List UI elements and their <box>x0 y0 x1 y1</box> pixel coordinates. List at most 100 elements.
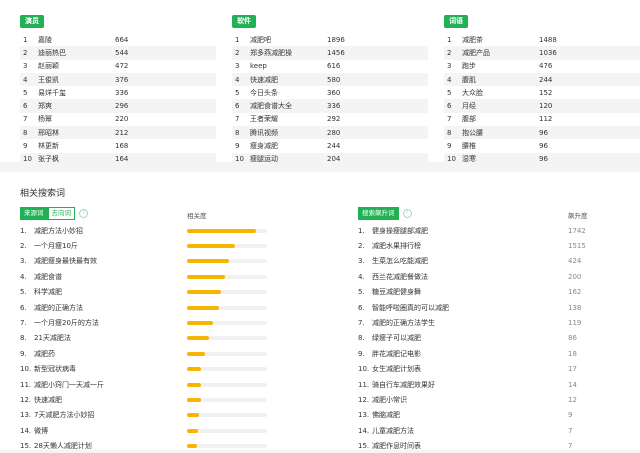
rising-word[interactable]: 佛脑减肥 <box>372 410 568 420</box>
ranking-word[interactable]: 今日头条 <box>250 88 327 98</box>
ranking-word[interactable]: 林更新 <box>38 141 115 151</box>
rising-word-row[interactable]: 4. 西兰花减肥餐做法 200 <box>358 270 598 283</box>
ranking-word[interactable]: 腾讯视频 <box>250 128 327 138</box>
related-word[interactable]: 新型冠状病毒 <box>34 364 76 374</box>
related-word[interactable]: 减肥食谱 <box>34 272 62 282</box>
rising-word[interactable]: 胖花减肥记电影 <box>372 349 568 359</box>
related-word[interactable]: 减肥的正确方法 <box>34 303 83 313</box>
ranking-word[interactable]: 月经 <box>462 101 539 111</box>
ranking-word[interactable]: 快速减肥 <box>250 75 327 85</box>
related-word-row[interactable]: 13. 7天减肥方法小妙招 <box>20 409 94 422</box>
rising-word-row[interactable]: 7. 减肥的正确方法学生 119 <box>358 316 598 329</box>
help-icon[interactable]: ? <box>79 209 88 218</box>
related-word-row[interactable]: 15. 28天懒人减肥计划 <box>20 440 92 453</box>
ranking-word[interactable]: 王俊凯 <box>38 75 115 85</box>
ranking-row: 4 快速减肥 580 <box>232 72 428 87</box>
ranking-word[interactable]: 瘦腿运动 <box>250 154 327 164</box>
rising-word-row[interactable]: 5. 糖豆减肥健身舞 162 <box>358 286 598 299</box>
related-word-row[interactable]: 8. 21天减肥法 <box>20 332 71 345</box>
rank-number: 11. <box>20 380 32 389</box>
rising-word-row[interactable]: 9. 胖花减肥记电影 18 <box>358 347 598 360</box>
relevance-bar-fill <box>187 243 235 248</box>
rank-number: 1 <box>235 35 240 44</box>
ranking-word[interactable]: 减肥食谱大全 <box>250 101 327 111</box>
ranking-word[interactable]: 王者荣耀 <box>250 114 327 124</box>
ranking-word[interactable]: 减肥吧 <box>250 35 327 45</box>
related-word[interactable]: 一个月瘦20斤的方法 <box>34 318 99 328</box>
related-word-row[interactable]: 3. 减肥瘦身最快最有效 <box>20 255 97 268</box>
ranking-word[interactable]: 郑多燕减肥操 <box>250 48 327 58</box>
related-word-row[interactable]: 1. 减肥方法小妙招 <box>20 224 83 237</box>
related-word[interactable]: 一个月瘦10斤 <box>34 241 78 251</box>
ranking-word[interactable]: 减肥茶 <box>462 35 539 45</box>
rising-word-row[interactable]: 3. 生菜怎么吃能减肥 424 <box>358 255 598 268</box>
rising-word-row[interactable]: 10. 女生减肥计划表 17 <box>358 363 598 376</box>
rising-word-row[interactable]: 11. 骑自行车减肥效果好 14 <box>358 378 598 391</box>
related-word[interactable]: 减肥小窍门一天减一斤 <box>34 380 104 390</box>
related-word[interactable]: 减肥方法小妙招 <box>34 226 83 236</box>
rank-number: 3 <box>235 62 240 71</box>
ranking-word[interactable]: 邢昭林 <box>38 128 115 138</box>
ranking-word[interactable]: 减肥产品 <box>462 48 539 58</box>
rising-word[interactable]: 生菜怎么吃能减肥 <box>372 256 568 266</box>
ranking-word[interactable]: 腹部 <box>462 114 539 124</box>
related-word-row[interactable]: 2. 一个月瘦10斤 <box>20 239 78 252</box>
rising-word[interactable]: 减肥的正确方法学生 <box>372 318 568 328</box>
rising-word-row[interactable]: 2. 减肥水果排行榜 1515 <box>358 239 598 252</box>
ranking-word[interactable]: 腰椎 <box>462 141 539 151</box>
ranking-word[interactable]: 瘦身减肥 <box>250 141 327 151</box>
ranking-word[interactable]: 抱公腰 <box>462 128 539 138</box>
ranking-word[interactable]: 跑步 <box>462 61 539 71</box>
rank-number: 1. <box>358 226 365 235</box>
rising-word[interactable]: 健身操瘦腿部减肥 <box>372 226 568 236</box>
rising-word[interactable]: 绿瘦子可以减肥 <box>372 333 568 343</box>
related-word[interactable]: 科学减肥 <box>34 287 62 297</box>
related-word-row[interactable]: 12. 快速减肥 <box>20 393 62 406</box>
rising-word-row[interactable]: 8. 绿瘦子可以减肥 86 <box>358 332 598 345</box>
ranking-word[interactable]: 赵丽颖 <box>38 61 115 71</box>
help-icon[interactable]: ? <box>402 209 412 218</box>
rising-word-row[interactable]: 13. 佛脑减肥 9 <box>358 409 598 422</box>
tab-target-words[interactable]: 去向词 <box>47 207 75 220</box>
rising-word[interactable]: 糖豆减肥健身舞 <box>372 287 568 297</box>
ranking-word[interactable]: 杨幂 <box>38 114 115 124</box>
rising-word-row[interactable]: 6. 智能呼啦圈真的可以减肥 138 <box>358 301 598 314</box>
ranking-word[interactable]: 嘉陵 <box>38 35 115 45</box>
rising-word[interactable]: 西兰花减肥餐做法 <box>372 272 568 282</box>
rising-word-row[interactable]: 1. 健身操瘦腿部减肥 1742 <box>358 224 598 237</box>
related-word-row[interactable]: 7. 一个月瘦20斤的方法 <box>20 316 99 329</box>
related-word[interactable]: 减肥瘦身最快最有效 <box>34 256 97 266</box>
ranking-word[interactable]: 大众脸 <box>462 88 539 98</box>
related-word-row[interactable]: 4. 减肥食谱 <box>20 270 62 283</box>
related-word-row[interactable]: 5. 科学减肥 <box>20 286 62 299</box>
ranking-word[interactable]: keep <box>250 62 327 70</box>
related-word-row[interactable]: 6. 减肥的正确方法 <box>20 301 83 314</box>
ranking-word[interactable]: 迪丽热巴 <box>38 48 115 58</box>
rank-number: 2. <box>20 241 27 250</box>
rising-word[interactable]: 智能呼啦圈真的可以减肥 <box>372 303 568 313</box>
rising-word[interactable]: 女生减肥计划表 <box>372 364 568 374</box>
tab-source-words[interactable]: 来源词 <box>20 207 48 220</box>
related-word-row[interactable]: 9. 减肥药 <box>20 347 55 360</box>
ranking-word[interactable]: 郑爽 <box>38 101 115 111</box>
related-word-row[interactable]: 11. 减肥小窍门一天减一斤 <box>20 378 104 391</box>
related-word[interactable]: 7天减肥方法小妙招 <box>34 410 94 420</box>
relevance-bar-fill <box>187 305 219 310</box>
related-word[interactable]: 快速减肥 <box>34 395 62 405</box>
rising-word-row[interactable]: 12. 减肥小常识 12 <box>358 393 598 406</box>
relevance-bar <box>187 243 267 248</box>
rising-word[interactable]: 骑自行车减肥效果好 <box>372 380 568 390</box>
related-word-row[interactable]: 10. 新型冠状病毒 <box>20 363 76 376</box>
ranking-word[interactable]: 张子枫 <box>38 154 115 164</box>
rising-word[interactable]: 减肥水果排行榜 <box>372 241 568 251</box>
ranking-word[interactable]: 易烊千玺 <box>38 88 115 98</box>
rising-word[interactable]: 减肥小常识 <box>372 395 568 405</box>
related-word[interactable]: 微博 <box>34 426 48 436</box>
ranking-row: 2 减肥产品 1036 <box>444 46 640 60</box>
ranking-word[interactable]: 腹肌 <box>462 75 539 85</box>
related-word-row[interactable]: 14. 微博 <box>20 424 48 437</box>
related-word[interactable]: 减肥药 <box>34 349 55 359</box>
related-word[interactable]: 21天减肥法 <box>34 333 71 343</box>
ranking-word[interactable]: 湿寒 <box>462 154 539 164</box>
ranking-row: 7 王者荣耀 292 <box>232 113 428 126</box>
